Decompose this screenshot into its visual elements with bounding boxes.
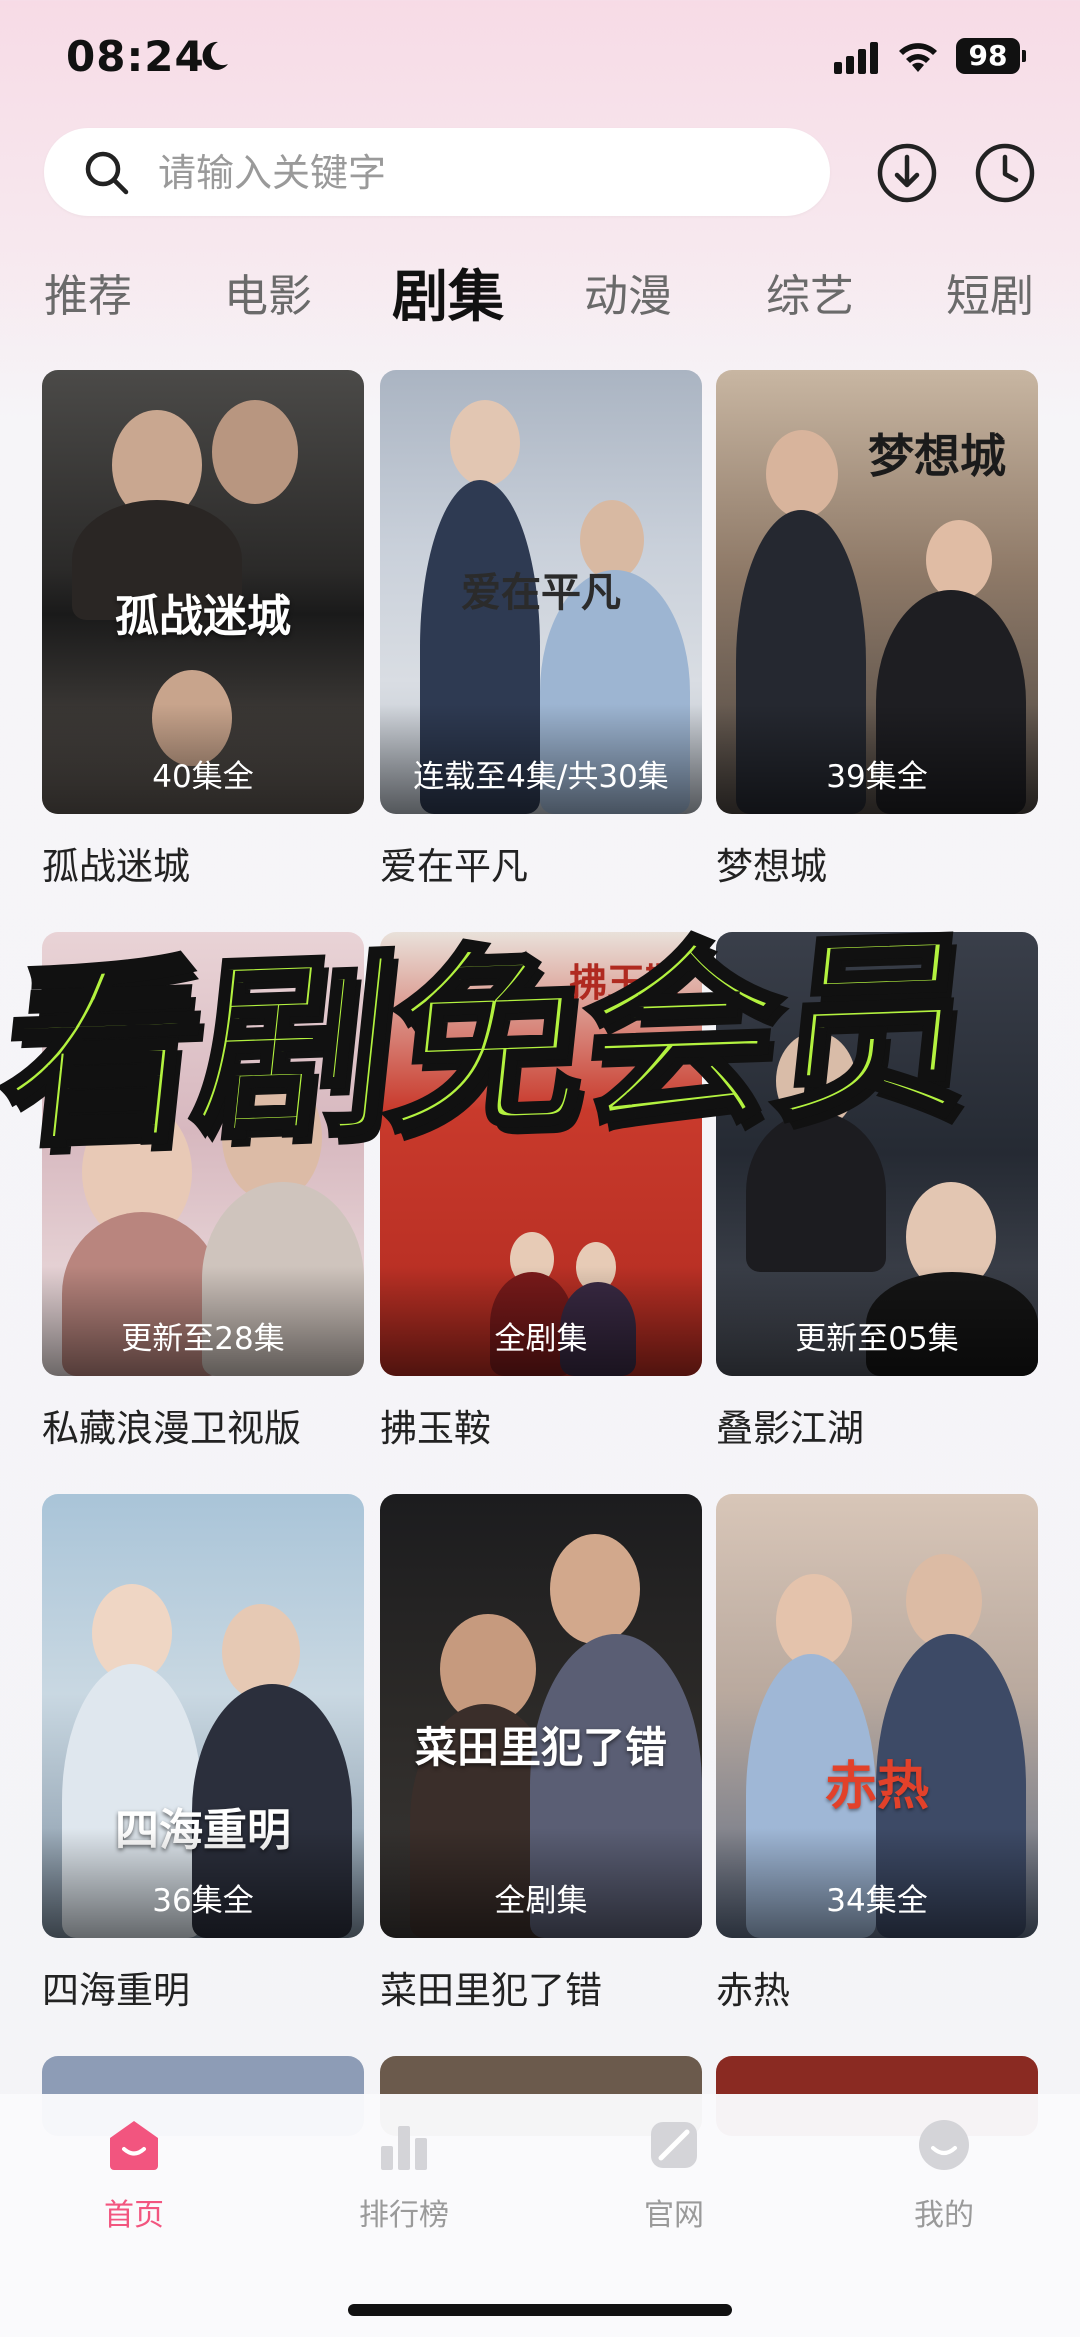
download-icon[interactable] bbox=[876, 142, 938, 204]
poster-image[interactable]: 爱在平凡 连载至4集/共30集 bbox=[380, 370, 702, 814]
show-card[interactable]: 赤热 34集全 赤热 bbox=[716, 1494, 1038, 2014]
profile-icon bbox=[919, 2120, 969, 2170]
poster-image[interactable]: 孤战迷城 40集全 bbox=[42, 370, 364, 814]
show-title[interactable]: 赤热 bbox=[716, 1960, 1038, 2014]
battery-indicator: 98 bbox=[956, 38, 1026, 74]
episode-badge: 更新至28集 bbox=[121, 1321, 285, 1357]
episode-badge: 39集全 bbox=[826, 759, 928, 795]
nav-label: 我的 bbox=[914, 2198, 974, 2233]
show-title[interactable]: 拂玉鞍 bbox=[380, 1398, 702, 1452]
search-bar[interactable] bbox=[44, 128, 830, 218]
show-card[interactable]: 孤战迷城 40集全 孤战迷城 bbox=[42, 370, 364, 890]
poster-title-art: 赤热 bbox=[824, 1756, 929, 1817]
episode-badge: 全剧集 bbox=[494, 1883, 588, 1919]
bottom-nav: 首页 排行榜 官网 我的 bbox=[0, 2094, 1080, 2337]
show-card[interactable]: 梦想城 39集全 梦想城 bbox=[716, 370, 1038, 890]
show-title[interactable]: 菜田里犯了错 bbox=[380, 1960, 702, 2014]
tab-series[interactable]: 剧集 bbox=[392, 252, 504, 333]
episode-badge: 全剧集 bbox=[494, 1321, 588, 1357]
promo-overlay-text: 看剧免会员 bbox=[0, 907, 983, 1177]
history-icon[interactable] bbox=[974, 142, 1036, 204]
tab-movies[interactable]: 电影 bbox=[224, 260, 312, 324]
show-card[interactable]: 爱在平凡 连载至4集/共30集 爱在平凡 bbox=[380, 370, 702, 890]
category-tabs: 推荐 电影 剧集 动漫 综艺 短剧 bbox=[0, 250, 1080, 340]
nav-label: 首页 bbox=[104, 2198, 164, 2233]
tab-anime[interactable]: 动漫 bbox=[584, 260, 672, 324]
home-indicator bbox=[348, 2304, 732, 2316]
show-title[interactable]: 私藏浪漫卫视版 bbox=[42, 1398, 364, 1452]
episode-badge: 连载至4集/共30集 bbox=[413, 759, 669, 795]
nav-home[interactable]: 首页 bbox=[34, 2116, 234, 2234]
nav-ranking[interactable]: 排行榜 bbox=[304, 2116, 504, 2234]
poster-image[interactable]: 菜田里犯了错 全剧集 bbox=[380, 1494, 702, 1938]
website-icon bbox=[651, 2122, 697, 2168]
nav-website[interactable]: 官网 bbox=[574, 2116, 774, 2234]
wifi-icon bbox=[899, 43, 937, 72]
nav-label: 排行榜 bbox=[359, 2198, 449, 2233]
nav-profile[interactable]: 我的 bbox=[844, 2116, 1044, 2234]
poster-title-art: 梦想城 bbox=[868, 429, 1006, 483]
show-title[interactable]: 叠影江湖 bbox=[716, 1398, 1038, 1452]
status-bar: 08:24 98 bbox=[0, 0, 1080, 118]
tab-recommend[interactable]: 推荐 bbox=[44, 260, 132, 324]
episode-badge: 34集全 bbox=[826, 1883, 928, 1919]
search-input[interactable] bbox=[156, 128, 800, 218]
tab-variety[interactable]: 综艺 bbox=[766, 260, 854, 324]
moon-icon bbox=[202, 41, 228, 70]
poster-title-art: 孤战迷城 bbox=[115, 591, 291, 642]
poster-image[interactable]: 四海重明 36集全 bbox=[42, 1494, 364, 1938]
ranking-icon bbox=[381, 2126, 427, 2170]
tab-short-drama[interactable]: 短剧 bbox=[946, 260, 1034, 324]
show-title[interactable]: 孤战迷城 bbox=[42, 836, 364, 890]
search-icon bbox=[85, 151, 129, 195]
episode-badge: 更新至05集 bbox=[795, 1321, 959, 1357]
show-card[interactable]: 菜田里犯了错 全剧集 菜田里犯了错 bbox=[380, 1494, 702, 2014]
nav-label: 官网 bbox=[644, 2198, 704, 2233]
episode-badge: 36集全 bbox=[152, 1883, 254, 1919]
show-title[interactable]: 四海重明 bbox=[42, 1960, 364, 2014]
show-card[interactable]: 四海重明 36集全 四海重明 bbox=[42, 1494, 364, 2014]
poster-title-art: 爱在平凡 bbox=[461, 569, 621, 616]
poster-image[interactable]: 梦想城 39集全 bbox=[716, 370, 1038, 814]
home-icon bbox=[110, 2121, 158, 2170]
signal-icon bbox=[834, 42, 878, 74]
poster-image[interactable]: 赤热 34集全 bbox=[716, 1494, 1038, 1938]
episode-badge: 40集全 bbox=[152, 759, 254, 795]
poster-title-art: 菜田里犯了错 bbox=[414, 1723, 667, 1772]
status-time: 08:24 bbox=[66, 32, 205, 81]
